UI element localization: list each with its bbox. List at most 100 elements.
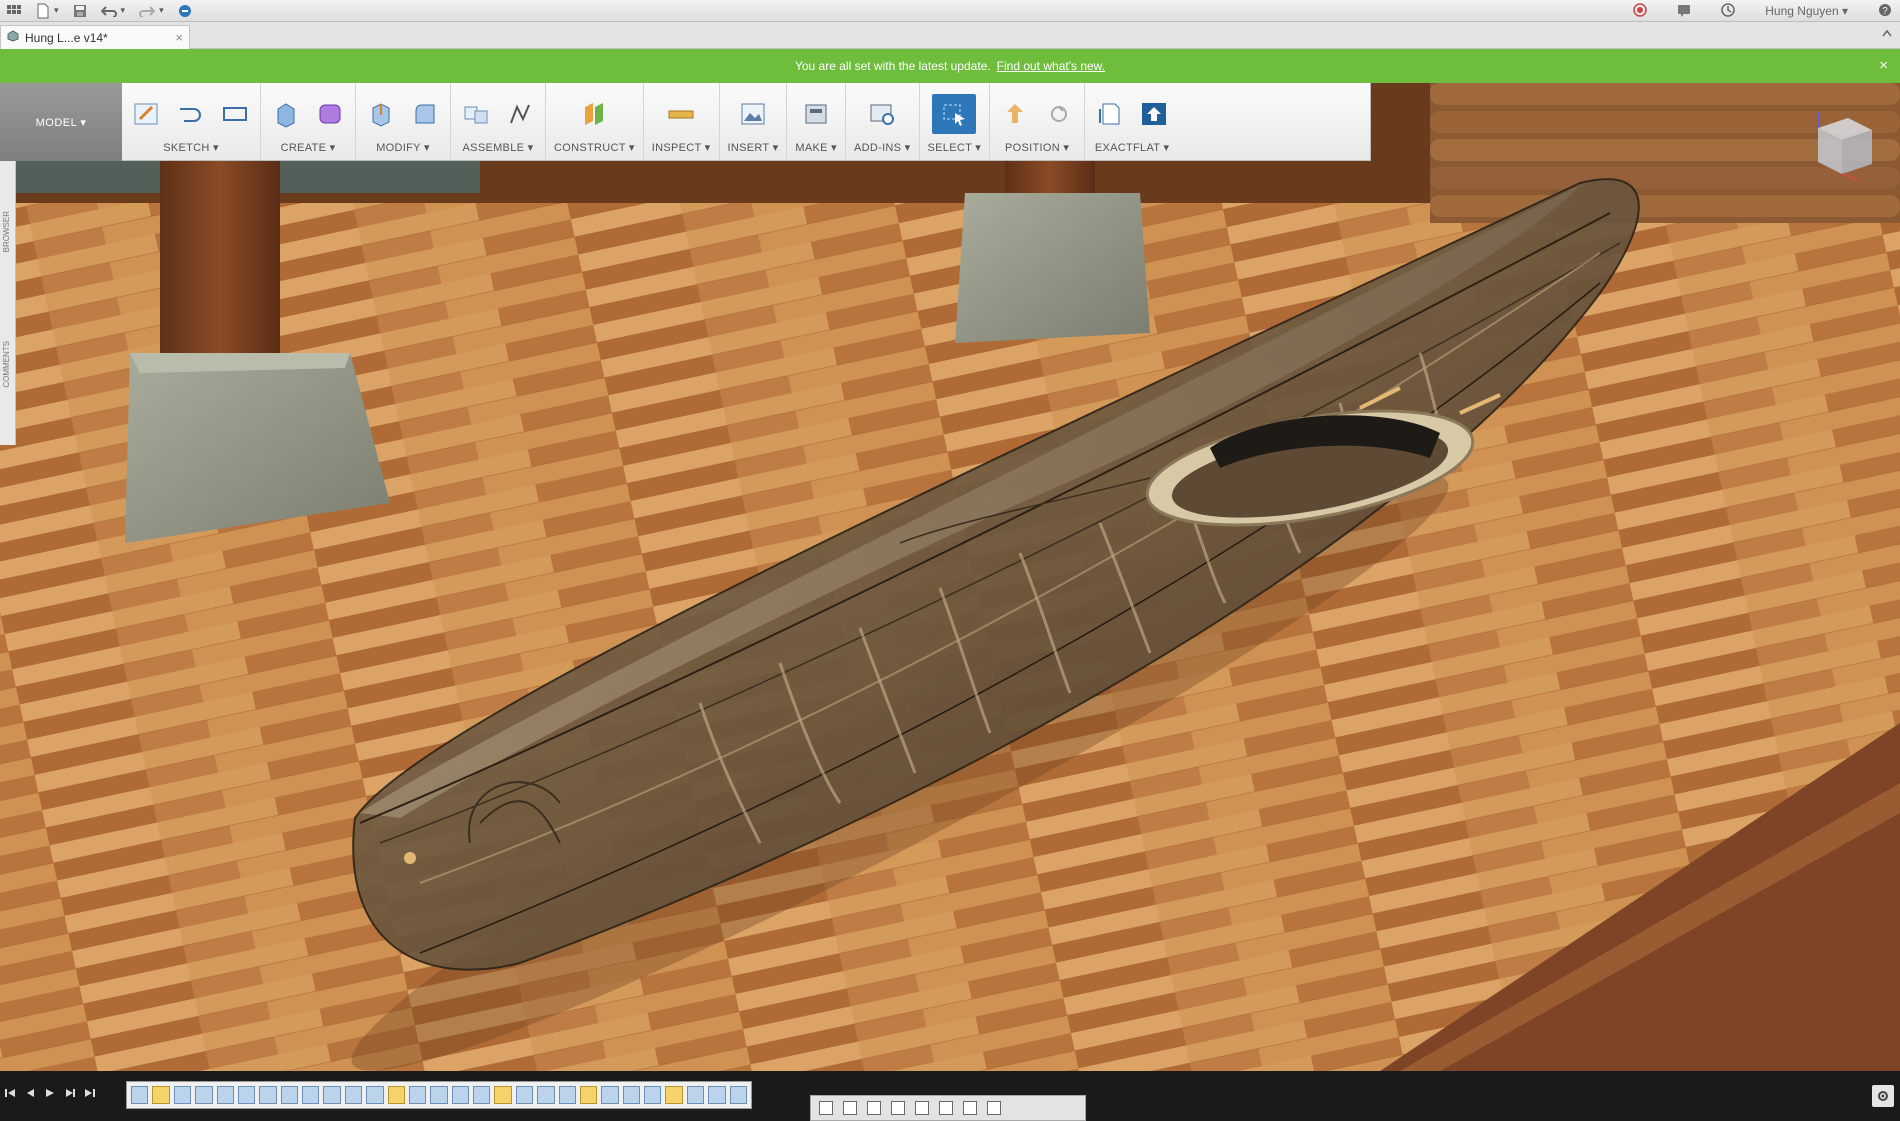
exactflat-menu[interactable]: EXACTFLAT ▾	[1095, 141, 1169, 154]
position-menu[interactable]: POSITION ▾	[1005, 141, 1069, 154]
save-icon[interactable]	[73, 4, 87, 18]
timeline-feature[interactable]	[665, 1086, 683, 1104]
timeline-feature[interactable]	[237, 1086, 256, 1104]
canvas-viewport[interactable]	[0, 83, 1900, 1071]
close-banner-icon[interactable]: ×	[1879, 57, 1888, 74]
exactflat-export-icon[interactable]	[1137, 97, 1171, 131]
browser-panel-label[interactable]: BROWSER	[2, 211, 11, 252]
viewports-icon[interactable]	[987, 1101, 1001, 1115]
timeline-feature[interactable]	[537, 1086, 555, 1104]
addins-menu[interactable]: ADD-INS ▾	[854, 141, 911, 154]
user-menu[interactable]: Hung Nguyen ▾	[1765, 4, 1848, 18]
timeline-feature[interactable]	[131, 1086, 149, 1104]
timeline-feature[interactable]	[216, 1086, 234, 1104]
assemble-group: ASSEMBLE ▾	[451, 83, 546, 160]
joint-icon[interactable]	[503, 97, 537, 131]
timeline-feature[interactable]	[387, 1086, 405, 1104]
timeline-feature[interactable]	[173, 1086, 192, 1104]
make-menu[interactable]: MAKE ▾	[795, 141, 837, 154]
step-forward-icon[interactable]	[64, 1087, 76, 1102]
timeline-feature[interactable]	[408, 1086, 427, 1104]
assemble-menu[interactable]: ASSEMBLE ▾	[463, 141, 534, 154]
revert-position-icon[interactable]	[1042, 97, 1076, 131]
timeline-feature[interactable]	[729, 1086, 747, 1104]
modify-menu[interactable]: MODIFY ▾	[376, 141, 430, 154]
timeline-feature[interactable]	[344, 1086, 363, 1104]
timeline-feature[interactable]	[323, 1086, 341, 1104]
look-at-icon[interactable]	[843, 1101, 857, 1115]
insert-menu[interactable]: INSERT ▾	[728, 141, 779, 154]
timeline-feature[interactable]	[473, 1086, 491, 1104]
timeline-feature[interactable]	[644, 1086, 662, 1104]
select-menu[interactable]: SELECT ▾	[928, 141, 982, 154]
timeline-feature[interactable]	[686, 1086, 705, 1104]
redo-icon[interactable]: ▾	[139, 5, 164, 17]
scripts-addins-icon[interactable]	[865, 97, 899, 131]
rectangle-icon[interactable]	[218, 97, 252, 131]
fillet-icon[interactable]	[408, 97, 442, 131]
play-icon[interactable]	[44, 1087, 56, 1102]
left-panel-strip[interactable]: BROWSER COMMENTS	[0, 161, 16, 445]
timeline-feature[interactable]	[494, 1086, 512, 1104]
comments-panel-label[interactable]: COMMENTS	[2, 341, 11, 388]
construct-menu[interactable]: CONSTRUCT ▾	[554, 141, 635, 154]
create-menu[interactable]: CREATE ▾	[281, 141, 336, 154]
line-icon[interactable]	[174, 97, 208, 131]
timeline-feature[interactable]	[579, 1086, 598, 1104]
attached-canvas-icon[interactable]	[736, 97, 770, 131]
measure-icon[interactable]	[664, 97, 698, 131]
app-menu-icon[interactable]	[6, 4, 22, 18]
whats-new-link[interactable]: Find out what's new.	[997, 59, 1105, 73]
create-group: CREATE ▾	[261, 83, 356, 160]
job-status-icon[interactable]	[1721, 2, 1735, 20]
timeline-feature[interactable]	[622, 1086, 640, 1104]
timeline-feature[interactable]	[302, 1086, 320, 1104]
timeline-feature[interactable]	[558, 1086, 576, 1104]
timeline-feature[interactable]	[515, 1086, 534, 1104]
notifications-icon[interactable]	[1677, 3, 1691, 20]
sketch-menu[interactable]: SKETCH ▾	[163, 141, 219, 154]
create-sketch-icon[interactable]	[130, 97, 164, 131]
timeline-feature[interactable]	[708, 1086, 726, 1104]
file-menu-icon[interactable]: ▾	[36, 3, 59, 19]
select-icon[interactable]	[932, 94, 977, 134]
undo-icon[interactable]: ▾	[100, 5, 125, 17]
3d-print-icon[interactable]	[799, 97, 833, 131]
go-to-end-icon[interactable]	[84, 1087, 96, 1102]
offset-plane-icon[interactable]	[577, 97, 611, 131]
record-icon[interactable]	[1633, 2, 1647, 20]
exactflat-flatten-icon[interactable]	[1093, 97, 1127, 131]
close-tab-icon[interactable]: ×	[175, 30, 183, 45]
step-back-icon[interactable]	[24, 1087, 36, 1102]
inspect-menu[interactable]: INSPECT ▾	[652, 141, 711, 154]
orbit-icon[interactable]	[819, 1101, 833, 1115]
timeline-feature[interactable]	[195, 1086, 213, 1104]
workspace-switcher[interactable]: MODEL ▾	[0, 83, 122, 161]
new-component-icon[interactable]	[459, 97, 493, 131]
timeline-feature[interactable]	[366, 1086, 384, 1104]
form-icon[interactable]	[313, 97, 347, 131]
extrude-icon[interactable]	[269, 97, 303, 131]
display-settings-icon[interactable]	[939, 1101, 953, 1115]
timeline-feature[interactable]	[280, 1086, 298, 1104]
data-panel-icon[interactable]	[178, 4, 192, 18]
timeline-feature[interactable]	[601, 1086, 619, 1104]
go-to-start-icon[interactable]	[4, 1087, 16, 1102]
timeline-features[interactable]	[126, 1081, 752, 1109]
help-icon[interactable]: ?	[1878, 3, 1892, 20]
zoom-icon[interactable]	[891, 1101, 905, 1115]
press-pull-icon[interactable]	[364, 97, 398, 131]
pan-icon[interactable]	[867, 1101, 881, 1115]
timeline-feature[interactable]	[259, 1086, 277, 1104]
timeline-feature[interactable]	[430, 1086, 448, 1104]
capture-position-icon[interactable]	[998, 97, 1032, 131]
grid-settings-icon[interactable]	[963, 1101, 977, 1115]
chevron-up-icon[interactable]	[1882, 28, 1892, 40]
user-name: Hung Nguyen	[1765, 4, 1839, 18]
document-tab[interactable]: Hung L...e v14* ×	[0, 25, 190, 49]
timeline-settings-icon[interactable]	[1872, 1085, 1894, 1107]
timeline-feature[interactable]	[451, 1086, 469, 1104]
timeline-feature[interactable]	[152, 1086, 170, 1104]
fit-icon[interactable]	[915, 1101, 929, 1115]
view-cube[interactable]	[1808, 108, 1878, 184]
